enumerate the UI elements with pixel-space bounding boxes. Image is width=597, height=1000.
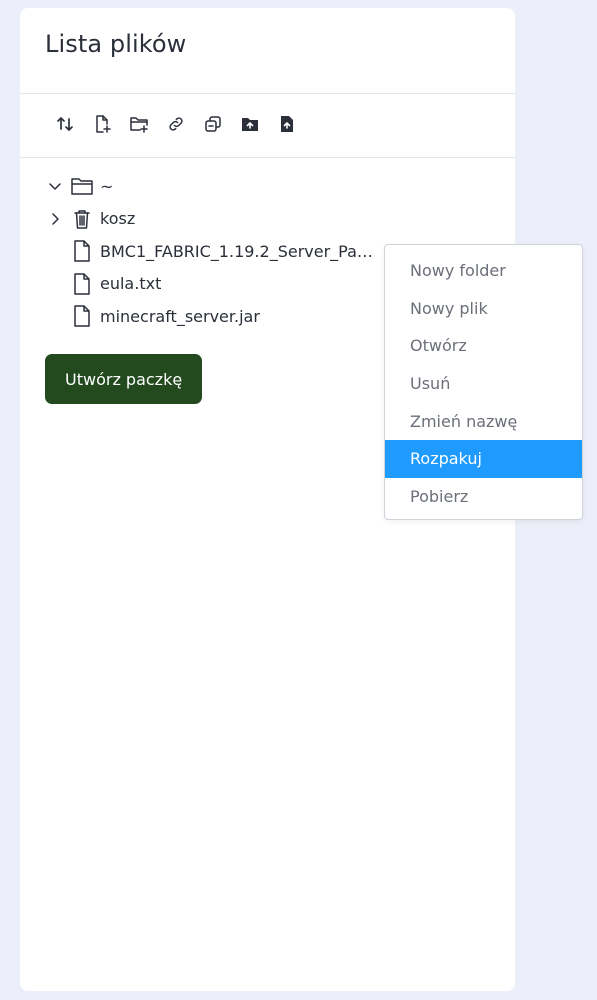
upload-file-icon [277, 114, 297, 138]
file-icon [70, 239, 94, 263]
menu-item-extract[interactable]: Rozpakuj [385, 439, 582, 478]
tree-root[interactable]: ~ [20, 170, 515, 203]
copy-icon [203, 114, 223, 138]
menu-item-new-folder[interactable]: Nowy folder [385, 252, 582, 290]
chevron-right-icon[interactable] [48, 212, 62, 226]
chevron-down-icon[interactable] [48, 179, 62, 193]
tree-item-label: BMC1_FABRIC_1.19.2_Server_Pack... [100, 241, 378, 261]
menu-item-new-file[interactable]: Nowy plik [385, 290, 582, 328]
tree-item-label: kosz [100, 209, 136, 229]
upload-folder-button[interactable] [231, 111, 268, 141]
new-file-icon [92, 114, 112, 138]
menu-item-download[interactable]: Pobierz [385, 478, 582, 516]
menu-item-delete[interactable]: Usuń [385, 365, 582, 403]
menu-item-open[interactable]: Otwórz [385, 327, 582, 365]
context-menu: Nowy folder Nowy plik Otwórz Usuń Zmień … [384, 244, 583, 520]
folder-open-icon [70, 174, 94, 198]
upload-file-button[interactable] [268, 111, 305, 141]
panel-title: Lista plików [45, 29, 187, 58]
panel-header: Lista plików [20, 8, 515, 94]
trash-icon [70, 207, 94, 231]
new-folder-button[interactable] [120, 111, 157, 141]
new-folder-icon [129, 114, 149, 138]
create-package-button[interactable]: Utwórz paczkę [45, 354, 203, 404]
link-button[interactable] [157, 111, 194, 141]
menu-item-rename[interactable]: Zmień nazwę [385, 402, 582, 440]
link-icon [166, 114, 186, 138]
file-icon [70, 272, 94, 296]
tree-item-kosz[interactable]: kosz [20, 203, 515, 236]
sort-button[interactable] [46, 111, 83, 141]
file-icon [70, 304, 94, 328]
tree-item-label: eula.txt [100, 274, 162, 294]
sort-icon [55, 114, 75, 138]
tree-root-label: ~ [100, 176, 114, 196]
copy-button[interactable] [194, 111, 231, 141]
tree-item-label: minecraft_server.jar [100, 306, 260, 326]
new-file-button[interactable] [83, 111, 120, 141]
upload-folder-icon [240, 114, 260, 138]
file-toolbar [20, 94, 515, 158]
